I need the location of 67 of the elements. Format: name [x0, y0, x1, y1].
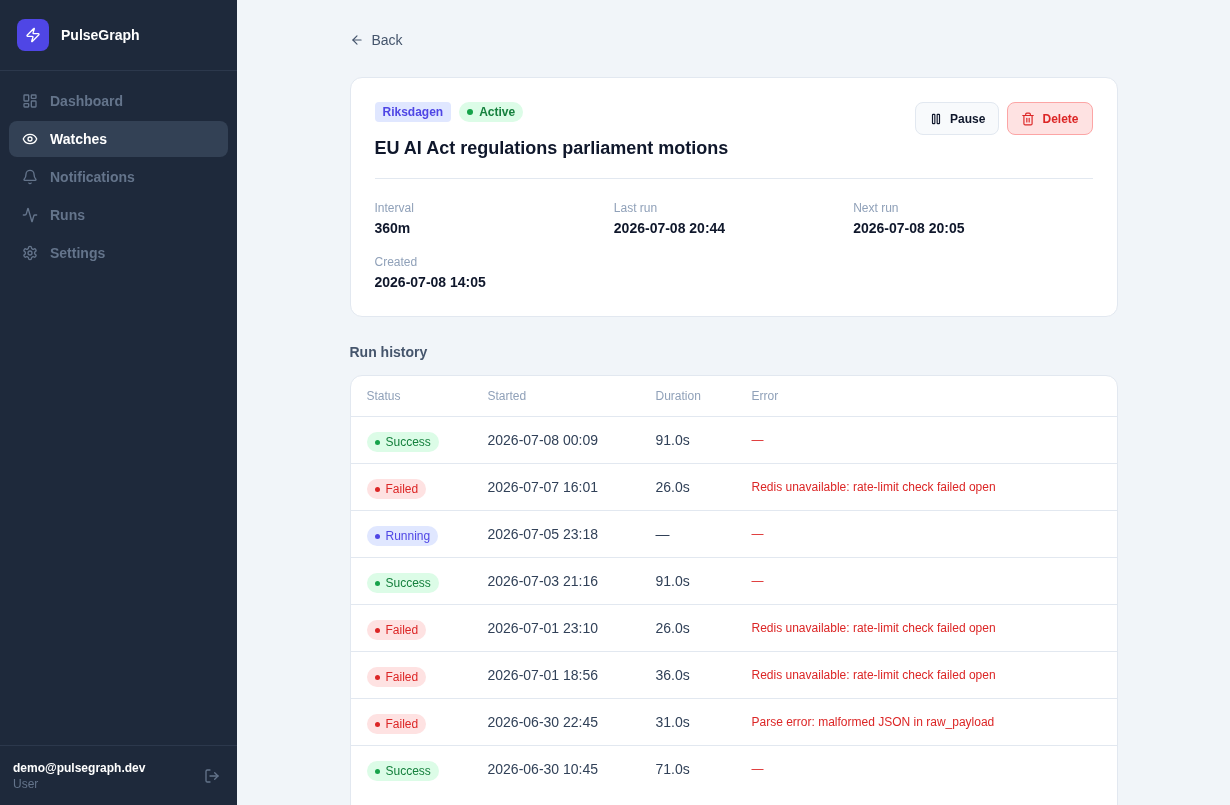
error-cell-text: Redis unavailable: rate-limit check failed open [750, 620, 996, 636]
started-cell-text: 2026-07-01 23:10 [486, 619, 599, 638]
status-label: Success [385, 575, 431, 592]
duration-cell-text: 26.0s [654, 478, 690, 497]
error-cell-text: — [750, 761, 764, 777]
started-cell-text: 2026-07-03 21:16 [486, 572, 599, 591]
duration-cell-text: 91.0s [654, 572, 690, 591]
detail-label: Last run [613, 200, 659, 216]
duration-cell-text: 26.0s [654, 619, 690, 638]
status-label: Success [385, 434, 431, 451]
detail-value: 2026-07-08 14:05 [374, 273, 487, 292]
duration-cell-text: — [654, 525, 670, 544]
column-header: Status [365, 388, 401, 404]
status-label: Success [385, 763, 431, 780]
pause-button[interactable]: Pause [915, 102, 1000, 135]
detail-label: Next run [853, 200, 900, 216]
user-role: User [13, 775, 40, 792]
detail-label: Created [374, 254, 419, 270]
column-header: Error [750, 388, 779, 404]
status-label: Failed [385, 669, 419, 686]
detail-value: 2026-07-08 20:05 [853, 219, 966, 238]
error-cell-text: — [750, 526, 764, 542]
sidebar-item[interactable]: Watches [9, 121, 228, 157]
duration-cell-text: 36.0s [654, 666, 690, 685]
sidebar-item[interactable]: Settings [9, 235, 228, 271]
bolt-logo-icon [17, 19, 49, 51]
logout-icon[interactable] [204, 767, 220, 784]
pulse-line-icon [22, 207, 38, 223]
column-header: Duration [654, 388, 701, 404]
error-cell-text: — [750, 432, 764, 448]
started-cell-text: 2026-07-08 00:09 [486, 431, 599, 450]
status-label: Failed [385, 622, 419, 639]
section-title: Run history [349, 343, 429, 362]
trash-icon [1021, 111, 1036, 126]
started-cell-text: 2026-07-05 23:18 [486, 525, 599, 544]
error-cell-text: Redis unavailable: rate-limit check failed open [750, 479, 996, 495]
delete-button[interactable]: Delete [1007, 102, 1093, 135]
source-tag: Riksdagen [374, 102, 452, 122]
error-cell-text: Redis unavailable: rate-limit check failed open [750, 667, 996, 683]
status-label: Failed [385, 481, 419, 498]
settings-icon [22, 245, 38, 261]
status-label: Failed [385, 716, 419, 733]
error-cell-text: — [750, 573, 764, 589]
column-header: Started [486, 388, 527, 404]
duration-cell-text: 91.0s [654, 431, 690, 450]
sidebar-item[interactable]: Notifications [9, 159, 228, 195]
back-link[interactable]: Back [349, 28, 403, 52]
started-cell-text: 2026-07-07 16:01 [486, 478, 599, 497]
detail-label: Interval [374, 200, 415, 216]
sidebar-item[interactable]: Runs [9, 197, 228, 233]
watch-title: EU AI Act regulations parliament motions [374, 137, 729, 160]
status-label: Active [479, 104, 516, 120]
started-cell-text: 2026-06-30 10:45 [486, 760, 599, 779]
detail-value: 2026-07-08 20:44 [613, 219, 727, 238]
dashboard-icon [22, 93, 38, 109]
sidebar-item[interactable]: Dashboard [9, 83, 228, 119]
detail-value: 360m [374, 219, 412, 238]
user-email: demo@pulsegraph.dev [13, 759, 146, 776]
error-cell-text: Parse error: malformed JSON in raw_payload [750, 714, 995, 730]
duration-cell-text: 31.0s [654, 713, 690, 732]
started-cell-text: 2026-07-01 18:56 [486, 666, 599, 685]
eye-icon [22, 131, 38, 147]
bell-icon [22, 169, 38, 185]
brand-name: PulseGraph [61, 26, 140, 45]
duration-cell-text: 71.0s [654, 760, 690, 779]
started-cell-text: 2026-06-30 22:45 [486, 713, 599, 732]
status-label: Running [385, 528, 431, 545]
